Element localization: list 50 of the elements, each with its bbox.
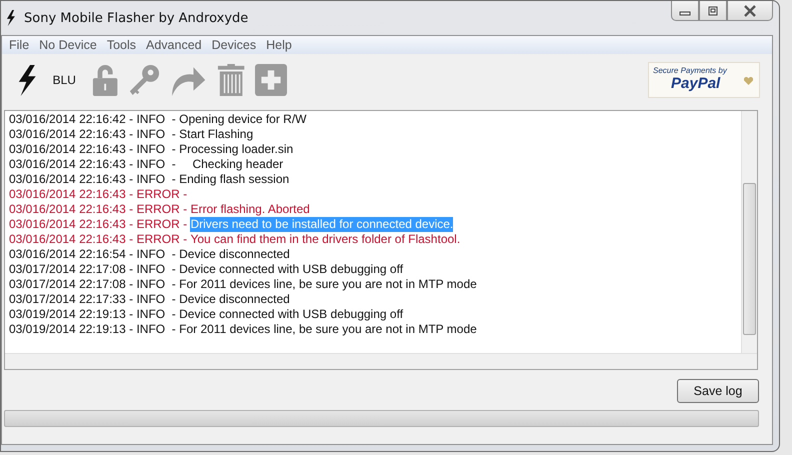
log-message: Ending flash session xyxy=(179,172,290,187)
log-prefix: 03/016/2014 22:16:54 - INFO - xyxy=(9,247,177,262)
log-prefix: 03/016/2014 22:16:43 - ERROR - xyxy=(9,187,188,202)
log-prefix: 03/019/2014 22:19:13 - INFO - xyxy=(9,307,177,322)
log-prefix: 03/017/2014 22:17:33 - INFO - xyxy=(9,292,177,307)
log-message: Device disconnected xyxy=(179,247,290,262)
log-prefix: 03/019/2014 22:19:13 - INFO - xyxy=(9,322,177,337)
minimize-button[interactable] xyxy=(671,1,699,21)
log-message: Device disconnected xyxy=(179,292,290,307)
heart-icon xyxy=(744,77,753,85)
paypal-badge[interactable]: Secure Payments by PayPal xyxy=(648,62,760,98)
menu-item[interactable]: File xyxy=(4,38,34,52)
vertical-scrollbar[interactable] xyxy=(741,111,757,353)
device-label: BLU xyxy=(52,73,76,87)
log-message: Drivers need to be installed for connected device. xyxy=(190,217,454,232)
log-prefix: 03/016/2014 22:16:43 - ERROR - xyxy=(9,202,188,217)
horizontal-scrollbar[interactable] xyxy=(5,353,757,369)
log-prefix: 03/017/2014 22:17:08 - INFO - xyxy=(9,277,177,292)
log-prefix: 03/016/2014 22:16:43 - INFO - xyxy=(9,172,177,187)
save-log-button[interactable]: Save log xyxy=(677,379,759,403)
log-message: Device connected with USB debugging off xyxy=(179,307,404,322)
log-message: Start Flashing xyxy=(179,127,254,142)
log-prefix: 03/016/2014 22:16:43 - INFO - xyxy=(9,142,177,157)
close-icon xyxy=(743,4,757,16)
menu-item[interactable]: No Device xyxy=(34,38,102,52)
menu-item[interactable]: Devices xyxy=(206,38,262,52)
paypal-caption: Secure Payments by xyxy=(653,66,727,75)
log-message: You can find them in the drivers folder of Flashtool. xyxy=(190,232,460,247)
menu-item[interactable]: Tools xyxy=(102,38,142,52)
log-prefix: 03/016/2014 22:16:42 - INFO - xyxy=(9,112,177,127)
maximize-icon xyxy=(706,6,720,16)
window-title: Sony Mobile Flasher by Androxyde xyxy=(24,10,248,26)
menu-item[interactable]: Help xyxy=(261,38,297,52)
log-prefix: 03/016/2014 22:16:43 - ERROR - xyxy=(9,232,188,247)
lightning-icon xyxy=(5,10,16,26)
close-button[interactable] xyxy=(727,1,773,21)
log-message: Error flashing. Aborted xyxy=(190,202,310,217)
menu-item[interactable]: Advanced xyxy=(141,38,207,52)
log-prefix: 03/017/2014 22:17:08 - INFO - xyxy=(9,262,177,277)
log-message: For 2011 devices line, be sure you are not in MTP mode xyxy=(179,322,477,337)
log-message: For 2011 devices line, be sure you are not in MTP mode xyxy=(179,277,477,292)
maximize-button[interactable] xyxy=(699,1,727,21)
log-prefix: 03/016/2014 22:16:43 - ERROR - xyxy=(9,217,188,232)
log-message: Processing loader.sin xyxy=(179,142,294,157)
paypal-logo-text: PayPal xyxy=(671,75,720,92)
log-message: Checking header xyxy=(191,157,284,172)
log-message: Opening device for R/W xyxy=(179,112,306,127)
log-prefix: 03/016/2014 22:16:43 - INFO - xyxy=(9,157,177,172)
log-message: Device connected with USB debugging off xyxy=(179,262,404,277)
log-prefix: 03/016/2014 22:16:43 - INFO - xyxy=(9,127,177,142)
